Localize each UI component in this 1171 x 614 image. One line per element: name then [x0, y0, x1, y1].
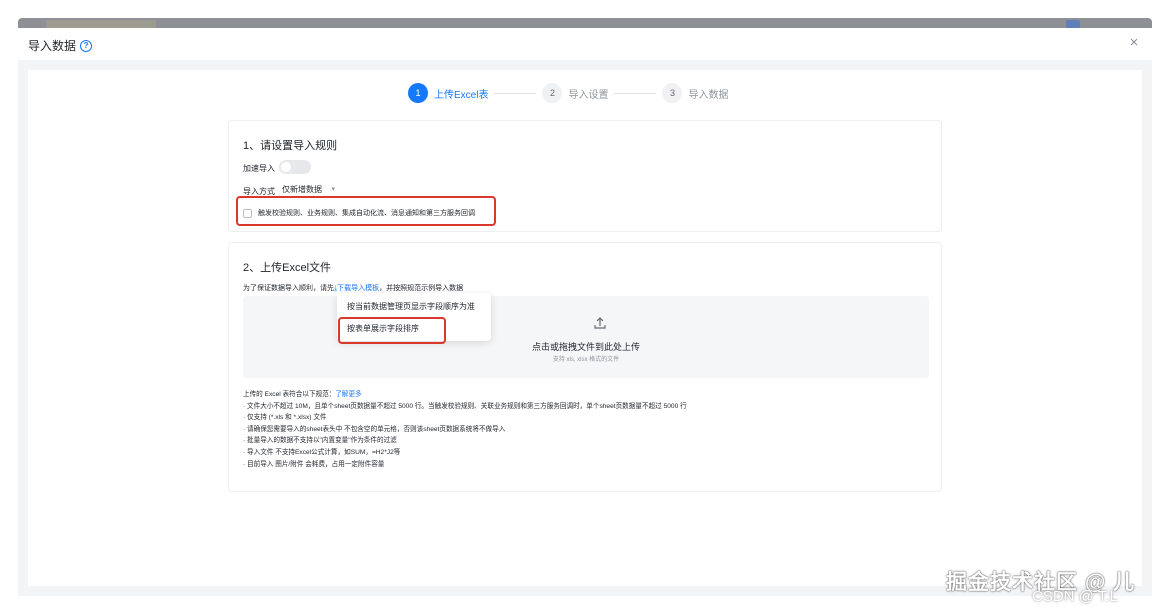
step-import: 3 导入数据 — [662, 83, 728, 103]
trigger-rules-option[interactable]: 触发校验规则、业务规则、集成自动化流、消息通知和第三方服务回调 — [243, 208, 475, 218]
modal-header: 导入数据 ? × — [18, 28, 1152, 60]
backdrop-blob — [1066, 20, 1080, 28]
dropdown-option[interactable]: 按表单展示字段排序 — [347, 323, 419, 334]
dropdown-option[interactable]: 按当前数据管理页显示字段顺序为准 — [347, 301, 475, 312]
rule-item: · 目前导入 图片/附件 会耗费，占用一定附件容量 — [243, 460, 385, 468]
step-label: 上传Excel表 — [434, 89, 489, 101]
rule-item: · 请确保您需要导入的sheet表头中 不包含空的单元格，否则该sheet页数据… — [243, 425, 506, 433]
modal-title-text: 导入数据 — [28, 39, 77, 53]
import-mode-label: 导入方式 — [243, 187, 275, 196]
upload-instruction: 为了保证数据导入顺利，请先⤓下载导入模板，并按照规范示例导入数据 — [243, 283, 463, 293]
rules-intro: 上传的 Excel 表符合以下规范：了解更多 — [243, 389, 687, 401]
instruction-prefix: 为了保证数据导入顺利，请先 — [243, 285, 334, 292]
watermark-sub: CSDN @ T.L — [1032, 588, 1118, 605]
fast-import-toggle[interactable] — [279, 160, 311, 174]
sort-order-dropdown: 按当前数据管理页显示字段顺序为准 按表单展示字段排序 — [337, 293, 491, 341]
upload-icon — [594, 317, 606, 329]
chevron-down-icon: ▾ — [331, 186, 335, 193]
rules-card-title: 1、请设置导入规则 — [243, 140, 338, 152]
import-modal: 导入数据 ? × 1 上传Excel表 2 导入设置 3 导入数据 1、请设置导… — [18, 28, 1152, 596]
fast-import-label: 加速导入 — [243, 164, 275, 173]
import-mode-value: 仅新增数据 — [282, 185, 322, 194]
step-label: 导入设置 — [568, 89, 609, 101]
download-template-text: 下载导入模板 — [337, 285, 380, 292]
upload-card: 2、上传Excel文件 为了保证数据导入顺利，请先⤓下载导入模板，并按照规范示例… — [228, 242, 942, 492]
modal-title: 导入数据 ? — [28, 37, 93, 54]
rule-item: · 导入文件 不支持Excel公式计算，如SUM，=H2*J2等 — [243, 448, 401, 456]
instruction-suffix: ，并按照规范示例导入数据 — [379, 285, 464, 292]
rule-item: · 文件大小不超过 10M，且单个sheet页数据量不超过 5000 行。当触发… — [243, 402, 687, 410]
step-number: 3 — [662, 83, 683, 103]
step-connector — [494, 92, 537, 94]
dropzone-text: 点击或拖拽文件到此处上传 — [531, 342, 640, 352]
step-number: 1 — [408, 83, 428, 103]
trigger-rules-checkbox[interactable] — [243, 208, 252, 218]
import-rules-card: 1、请设置导入规则 加速导入 导入方式 仅新增数据 ▾ 触发校验规则、业务规则、… — [228, 120, 942, 232]
dropzone-subtext: 支持 xls, xlsx 格式的文件 — [552, 357, 620, 363]
trigger-rules-label: 触发校验规则、业务规则、集成自动化流、消息通知和第三方服务回调 — [258, 210, 475, 217]
rule-item: · 批量导入的数据不支持以"内置变量"作为条件的过滤 — [243, 437, 397, 445]
learn-more-link[interactable]: 了解更多 — [335, 391, 361, 398]
modal-body: 1 上传Excel表 2 导入设置 3 导入数据 1、请设置导入规则 加速导入 … — [28, 70, 1142, 586]
step-settings: 2 导入设置 — [542, 83, 608, 103]
step-connector — [614, 92, 657, 94]
download-template-link[interactable]: ⤓下载导入模板 — [334, 285, 379, 292]
upload-rules: 上传的 Excel 表符合以下规范：了解更多 · 文件大小不超过 10M，且单个… — [243, 389, 687, 470]
rule-item: · 仅支持 (*.xls 和 *.xlsx) 文件 — [243, 414, 327, 422]
step-number: 2 — [542, 83, 563, 103]
close-icon[interactable]: × — [1126, 35, 1142, 51]
steps-bar: 1 上传Excel表 2 导入设置 3 导入数据 — [408, 82, 728, 104]
step-label: 导入数据 — [688, 89, 729, 101]
upload-card-title: 2、上传Excel文件 — [243, 262, 332, 274]
help-icon[interactable]: ? — [80, 39, 93, 52]
import-mode-select[interactable]: 仅新增数据 ▾ — [279, 183, 337, 197]
rules-intro-text: 上传的 Excel 表符合以下规范： — [243, 391, 336, 398]
backdrop-blob — [46, 20, 156, 28]
step-upload: 1 上传Excel表 — [408, 83, 488, 103]
